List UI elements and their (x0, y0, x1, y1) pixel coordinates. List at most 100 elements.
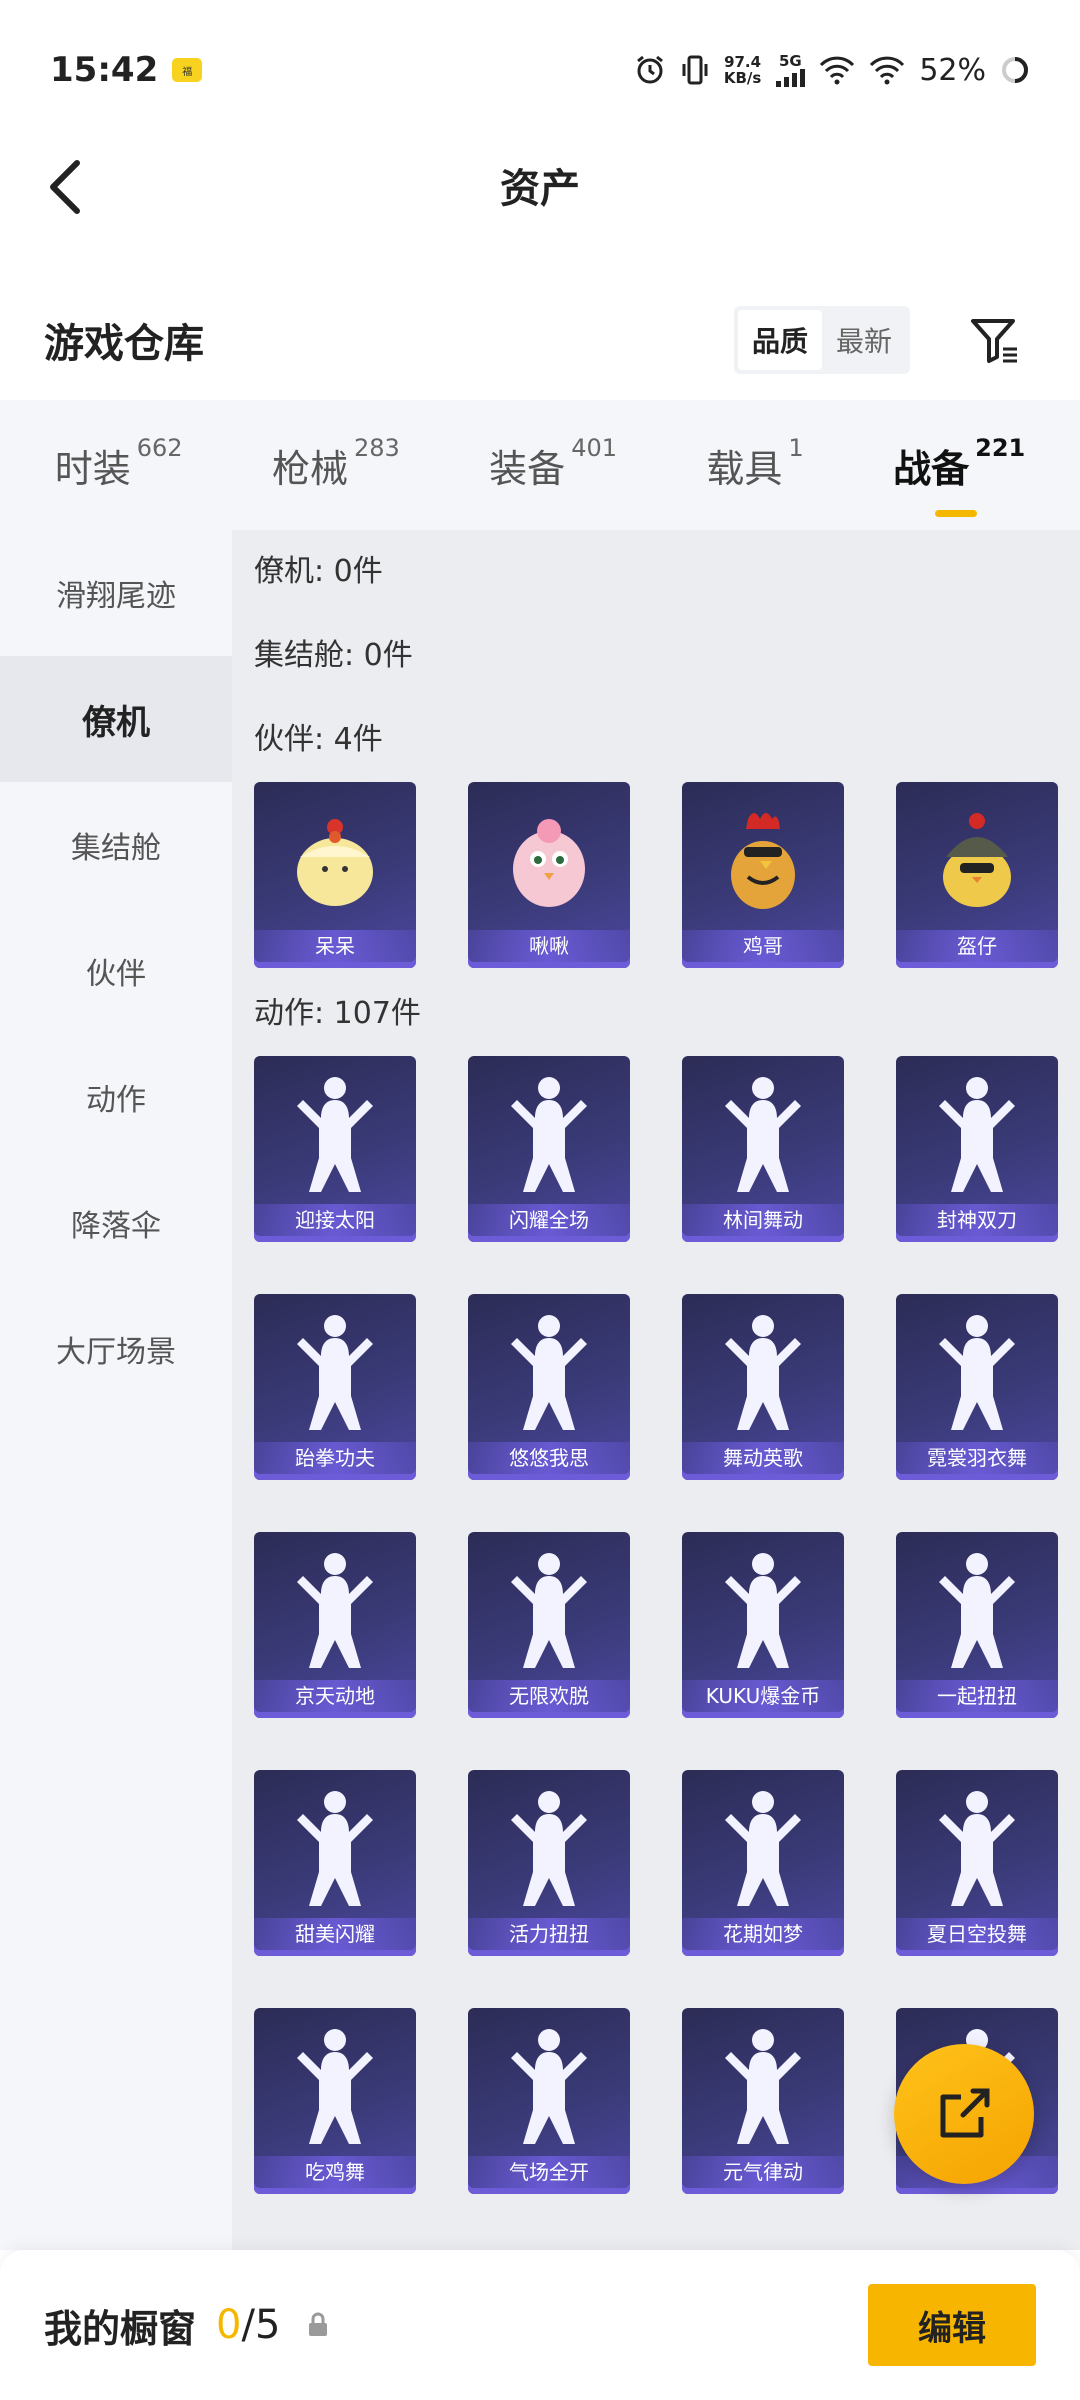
section-title-actions: 动作: 107件 (254, 996, 421, 1031)
action-card[interactable]: 花期如梦 (682, 1770, 844, 1956)
dance-pose-icon (896, 1770, 1058, 1920)
action-name: 夏日空投舞 (896, 1918, 1058, 1950)
action-name: 跆拳功夫 (254, 1442, 416, 1474)
companion-name: 盔仔 (896, 930, 1058, 962)
showcase-bar: 我的橱窗 0/5 编辑 (0, 2250, 1080, 2400)
sidebar-item-parachute[interactable]: 降落伞 (0, 1160, 232, 1286)
tab-guns[interactable]: 枪械 283 (272, 434, 400, 493)
share-button[interactable] (894, 2044, 1034, 2184)
back-button[interactable] (30, 152, 100, 222)
notification-badge: 福 (172, 58, 203, 82)
dance-pose-icon (254, 1294, 416, 1444)
dance-pose-icon (468, 1770, 630, 1920)
content-panel: 僚机: 0件 集结舱: 0件 伙伴: 4件 呆呆 啾啾 鸡哥 盔仔 动作: 10… (232, 530, 1080, 2250)
sidebar: 滑翔尾迹 僚机 集结舱 伙伴 动作 降落伞 大厅场景 (0, 530, 232, 2250)
action-name: 京天动地 (254, 1680, 416, 1712)
section-title-wingman: 僚机: 0件 (254, 554, 383, 589)
action-card[interactable]: 一起扭扭 (896, 1532, 1058, 1718)
tab-equipment[interactable]: 装备 401 (489, 434, 617, 493)
companion-card[interactable]: 鸡哥 (682, 782, 844, 968)
action-name: 吃鸡舞 (254, 2156, 416, 2188)
action-card[interactable]: 舞动英歌 (682, 1294, 844, 1480)
pink-bird-icon (468, 782, 630, 932)
section-title-companion: 伙伴: 4件 (254, 722, 383, 757)
tab-fashion[interactable]: 时装 662 (55, 434, 183, 493)
action-card[interactable]: 夏日空投舞 (896, 1770, 1058, 1956)
action-card[interactable]: 跆拳功夫 (254, 1294, 416, 1480)
warehouse-header: 游戏仓库 品质 最新 (0, 290, 1080, 390)
action-card[interactable]: 气场全开 (468, 2008, 630, 2194)
signal-5g-icon: 5G (775, 53, 806, 87)
tab-vehicles[interactable]: 载具 1 (706, 434, 803, 493)
wifi-icon (869, 55, 905, 85)
filter-button[interactable] (960, 305, 1030, 375)
chevron-left-icon (50, 160, 80, 214)
alarm-icon (634, 54, 666, 86)
companion-name: 呆呆 (254, 930, 416, 962)
action-card[interactable]: 活力扭扭 (468, 1770, 630, 1956)
tab-combat-gear[interactable]: 战备 221 (893, 434, 1025, 517)
dance-pose-icon (468, 1056, 630, 1206)
companion-card[interactable]: 啾啾 (468, 782, 630, 968)
sort-toggle: 品质 最新 (733, 306, 910, 374)
dance-pose-icon (896, 1294, 1058, 1444)
header: 资产 (0, 140, 1080, 230)
battery-level: 52% (919, 52, 986, 88)
action-card[interactable]: 悠悠我思 (468, 1294, 630, 1480)
action-name: 闪耀全场 (468, 1204, 630, 1236)
action-card[interactable]: 无限欢脱 (468, 1532, 630, 1718)
sidebar-item-lobby-scene[interactable]: 大厅场景 (0, 1286, 232, 1412)
dance-pose-icon (468, 1294, 630, 1444)
action-card[interactable]: KUKU爆金币 (682, 1532, 844, 1718)
action-card[interactable]: 甜美闪耀 (254, 1770, 416, 1956)
sort-quality-option[interactable]: 品质 (737, 310, 822, 370)
dance-pose-icon (682, 1532, 844, 1682)
dance-pose-icon (254, 1770, 416, 1920)
sort-newest-option[interactable]: 最新 (822, 310, 906, 370)
lock-icon (306, 2312, 330, 2338)
vibrate-icon (680, 54, 710, 86)
chick-icon (254, 782, 416, 932)
sidebar-item-capsule[interactable]: 集结舱 (0, 782, 232, 908)
filter-icon (971, 319, 1017, 363)
warehouse-title: 游戏仓库 (44, 321, 204, 367)
actions-grid: 迎接太阳 闪耀全场 林间舞动 封神双刀跆拳功夫 悠悠我思 舞动英歌 霓裳羽衣舞京天动地 无限欢… (254, 1056, 1080, 2194)
status-time: 15:42 (50, 50, 159, 90)
action-card[interactable]: 闪耀全场 (468, 1056, 630, 1242)
sidebar-item-glide-trail[interactable]: 滑翔尾迹 (0, 530, 232, 656)
action-name: 甜美闪耀 (254, 1918, 416, 1950)
sidebar-item-wingman[interactable]: 僚机 (0, 656, 232, 782)
action-name: 元气律动 (682, 2156, 844, 2188)
status-icons: 97.4 KB/s 5G 52% (634, 53, 1030, 88)
net-speed: 97.4 KB/s (723, 53, 762, 87)
action-card[interactable]: 元气律动 (682, 2008, 844, 2194)
dance-pose-icon (896, 1532, 1058, 1682)
action-card[interactable]: 林间舞动 (682, 1056, 844, 1242)
action-card[interactable]: 京天动地 (254, 1532, 416, 1718)
companion-card[interactable]: 盔仔 (896, 782, 1058, 968)
action-name: 一起扭扭 (896, 1680, 1058, 1712)
action-card[interactable]: 吃鸡舞 (254, 2008, 416, 2194)
status-bar: 15:42 福 97.4 KB/s 5G 52% (0, 0, 1080, 140)
dance-pose-icon (254, 2008, 416, 2158)
action-card[interactable]: 迎接太阳 (254, 1056, 416, 1242)
sidebar-item-companion[interactable]: 伙伴 (0, 908, 232, 1034)
companion-card[interactable]: 呆呆 (254, 782, 416, 968)
dance-pose-icon (896, 1056, 1058, 1206)
action-name: 气场全开 (468, 2156, 630, 2188)
showcase-label: 我的橱窗 (44, 2306, 197, 2351)
action-card[interactable]: 封神双刀 (896, 1056, 1058, 1242)
action-name: 迎接太阳 (254, 1204, 416, 1236)
dance-pose-icon (468, 1532, 630, 1682)
dance-pose-icon (682, 1294, 844, 1444)
page-title: 资产 (500, 166, 580, 212)
action-card[interactable]: 霓裳羽衣舞 (896, 1294, 1058, 1480)
dance-pose-icon (682, 2008, 844, 2158)
battery-icon (1000, 55, 1030, 85)
action-name: 封神双刀 (896, 1204, 1058, 1236)
action-name: 悠悠我思 (468, 1442, 630, 1474)
companion-name: 鸡哥 (682, 930, 844, 962)
action-name: KUKU爆金币 (682, 1680, 844, 1712)
sidebar-item-actions[interactable]: 动作 (0, 1034, 232, 1160)
edit-button[interactable]: 编辑 (868, 2284, 1036, 2366)
